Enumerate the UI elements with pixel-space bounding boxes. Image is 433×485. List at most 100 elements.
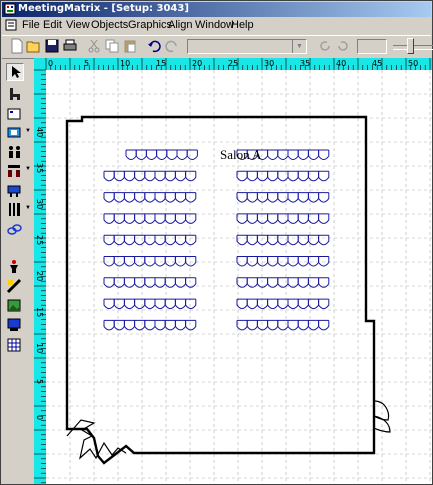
chair — [307, 320, 320, 331]
redo-icon[interactable] — [164, 38, 180, 54]
podium-icon[interactable] — [6, 85, 24, 103]
ruler-label: 40 — [35, 127, 44, 138]
layer-select[interactable]: ▼ — [187, 39, 307, 54]
document-icon[interactable] — [5, 19, 17, 31]
chair — [246, 299, 258, 310]
chair — [113, 171, 125, 182]
chevron-down-icon[interactable]: ▼ — [25, 128, 31, 134]
chair — [318, 192, 330, 203]
grid-icon[interactable] — [6, 337, 24, 355]
chair — [144, 192, 156, 203]
chair — [134, 277, 146, 288]
menu-window[interactable]: Window — [195, 19, 234, 31]
desk-icon[interactable] — [6, 182, 24, 200]
drawing-canvas[interactable]: Salon A — [34, 58, 432, 484]
chair — [297, 150, 309, 160]
chair — [166, 150, 178, 160]
chair — [186, 150, 198, 160]
chairs-icon[interactable] — [6, 162, 24, 180]
new-icon[interactable] — [9, 38, 25, 54]
chair — [267, 213, 279, 224]
room-icon[interactable] — [6, 105, 24, 123]
chair — [318, 256, 330, 267]
angle-input[interactable] — [357, 39, 387, 54]
stage-icon[interactable] — [6, 278, 24, 296]
copy-icon[interactable] — [104, 38, 120, 54]
app-icon — [4, 3, 16, 15]
menu-bar: File Edit View Objects Graphics Align Wi… — [2, 17, 431, 34]
ruler-label: 10 — [120, 59, 131, 68]
chair — [174, 171, 187, 182]
chair — [113, 192, 125, 203]
chair — [318, 213, 330, 224]
door-right — [373, 400, 391, 433]
chair — [144, 235, 156, 246]
chair — [154, 320, 166, 331]
chair — [256, 235, 269, 246]
chair — [134, 171, 146, 182]
chair — [174, 299, 187, 310]
chair — [318, 171, 330, 182]
menu-align[interactable]: Align — [168, 19, 192, 31]
menu-view[interactable]: View — [66, 19, 90, 31]
chair — [297, 171, 309, 182]
chair — [123, 171, 136, 182]
pointer-icon[interactable] — [6, 63, 24, 81]
ruler-label: 5 — [35, 379, 44, 385]
floor-plan[interactable] — [34, 58, 432, 484]
ruler-label: 25 — [228, 59, 239, 68]
zoom-slider-thumb[interactable] — [407, 38, 414, 54]
chair — [103, 320, 115, 331]
table-icon[interactable] — [6, 124, 24, 142]
open-icon[interactable] — [26, 38, 42, 54]
rotate-cw-icon[interactable] — [317, 38, 333, 54]
chair — [236, 192, 248, 203]
undo-icon[interactable] — [146, 38, 162, 54]
chair — [267, 192, 279, 203]
chair — [318, 299, 330, 310]
chair — [134, 213, 146, 224]
utensils-icon[interactable] — [6, 201, 24, 219]
paste-icon[interactable] — [122, 38, 138, 54]
chair — [103, 192, 115, 203]
image-icon[interactable] — [6, 297, 24, 315]
chair — [185, 213, 197, 224]
print-icon[interactable] — [62, 38, 78, 54]
chair — [103, 171, 115, 182]
chair — [287, 235, 299, 246]
chair — [123, 192, 136, 203]
chair — [174, 235, 187, 246]
chair — [318, 320, 330, 331]
screen-icon[interactable] — [6, 317, 24, 335]
chevron-down-icon[interactable]: ▼ — [25, 166, 31, 172]
chair — [246, 256, 258, 267]
chair — [277, 150, 289, 160]
chair — [256, 213, 269, 224]
ruler-label: 20 — [192, 59, 203, 68]
chair — [154, 213, 166, 224]
chair — [185, 320, 197, 331]
person-icon[interactable] — [6, 258, 24, 276]
save-icon[interactable] — [44, 38, 60, 54]
chair — [185, 235, 197, 246]
title-bar[interactable]: MeetingMatrix - [Setup: 3043] — [2, 2, 431, 17]
chevron-down-icon[interactable]: ▼ — [292, 40, 306, 53]
chair — [277, 171, 289, 182]
menu-graphics[interactable]: Graphics — [128, 19, 172, 31]
chair — [164, 235, 176, 246]
menu-edit[interactable]: Edit — [43, 19, 62, 31]
menu-objects[interactable]: Objects — [91, 19, 128, 31]
menu-file[interactable]: File — [22, 19, 40, 31]
chair — [267, 150, 279, 160]
link-icon[interactable] — [6, 221, 24, 239]
people-icon[interactable] — [6, 143, 24, 161]
chair — [236, 299, 248, 310]
app-window: MeetingMatrix - [Setup: 3043] File Edit … — [0, 0, 433, 485]
rotate-ccw-icon[interactable] — [335, 38, 351, 54]
chair — [144, 213, 156, 224]
chair — [297, 299, 309, 310]
cut-icon[interactable] — [86, 38, 102, 54]
menu-help[interactable]: Help — [231, 19, 254, 31]
chevron-down-icon[interactable]: ▼ — [25, 205, 31, 211]
chair — [174, 213, 187, 224]
